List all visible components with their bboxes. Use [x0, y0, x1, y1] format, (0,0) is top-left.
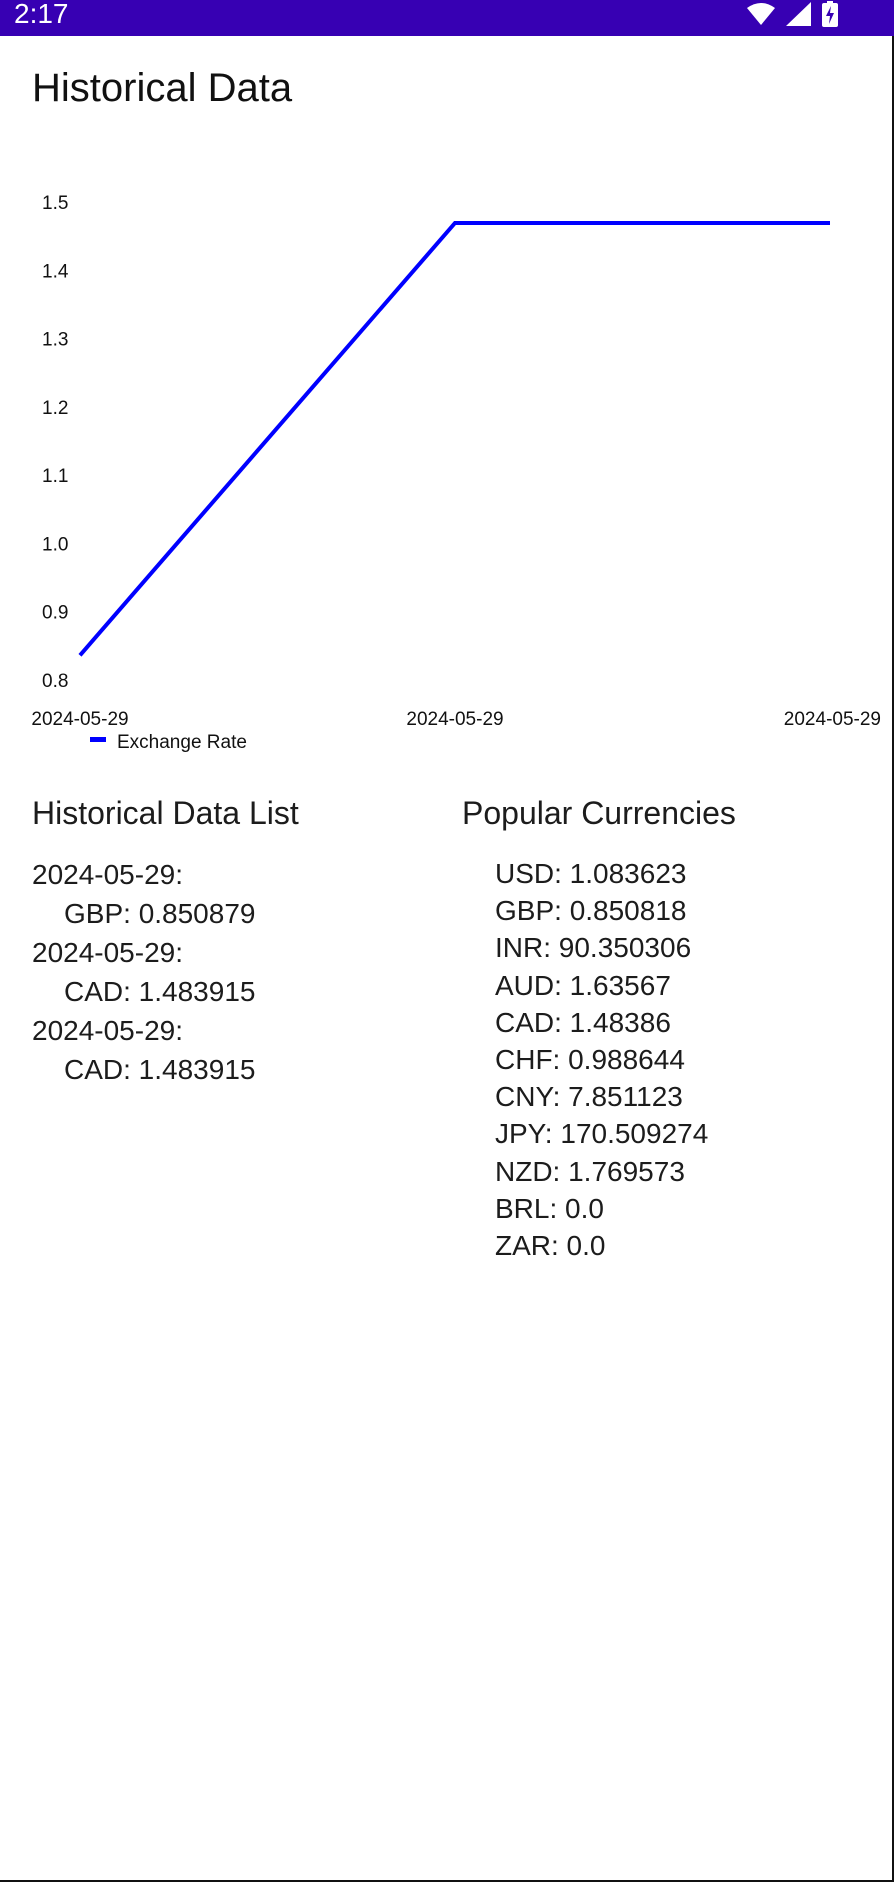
status-icons [746, 0, 838, 28]
historical-entry-rate: CAD: 1.483915 [64, 976, 256, 1007]
y-tick-label: 0.9 [42, 603, 68, 624]
wifi-icon [746, 2, 776, 26]
x-tick-label: 2024-05-29 [406, 709, 503, 730]
historical-data-list: 2024-05-29: GBP: 0.850879 2024-05-29: CAD: … [32, 855, 432, 1089]
currency-item: USD: 1.083623 [495, 858, 687, 889]
status-bar: 2:17 [0, 0, 894, 36]
y-tick-label: 1.5 [42, 193, 68, 214]
exchange-rate-chart: 1.5 1.4 1.3 1.2 1.1 1.0 0.9 0.8 2024-05-29 2024-0… [0, 180, 894, 760]
historical-entry-rate: GBP: 0.850879 [64, 898, 256, 929]
cell-signal-icon [786, 2, 812, 26]
y-tick-label: 1.4 [42, 261, 69, 282]
currency-item: INR: 90.350306 [495, 932, 692, 964]
battery-charging-icon [822, 1, 838, 27]
y-tick-label: 0.8 [42, 671, 68, 692]
currency-item: GBP: 0.850818 [495, 895, 687, 927]
x-tick-label: 2024-05-29 [31, 709, 128, 730]
historical-entry-rate: CAD: 1.483915 [64, 1054, 256, 1085]
series-line-exchange-rate [78, 220, 830, 657]
historical-entry-date: 2024-05-29: [32, 937, 184, 968]
legend-label: Exchange Rate [117, 732, 247, 753]
currency-item: CAD: 1.48386 [495, 1006, 671, 1038]
y-tick-label: 1.1 [42, 466, 68, 487]
currency-item: ZAR: 0.0 [495, 1229, 606, 1261]
status-time: 2:17 [14, 0, 69, 29]
historical-list-title: Historical Data List [32, 795, 299, 831]
historical-entry-date: 2024-05-29: [32, 1015, 184, 1046]
currency-item: CHF: 0.988644 [495, 1043, 685, 1075]
popular-currencies-title: Popular Currencies [462, 795, 736, 831]
currency-item: BRL: 0.0 [495, 1192, 604, 1224]
currency-item: AUD: 1.63567 [495, 969, 671, 1001]
x-tick-label: 2024-05-29 [784, 709, 881, 730]
currency-item: NZD: 1.769573 [495, 1155, 685, 1187]
y-tick-label: 1.2 [42, 398, 68, 419]
page-title: Historical Data [32, 66, 293, 110]
historical-entry-date: 2024-05-29: [32, 859, 184, 890]
popular-currencies-list: USD: 1.083623 GBP: 0.850818 INR: 90.350306… [495, 855, 875, 1264]
legend-swatch [90, 737, 106, 742]
currency-item: JPY: 170.509274 [495, 1118, 709, 1150]
chart-svg: 1.5 1.4 1.3 1.2 1.1 1.0 0.9 0.8 2024-05-29 2024-0… [31, 193, 881, 753]
currency-item: CNY: 7.851123 [495, 1081, 683, 1113]
y-tick-label: 1.3 [42, 330, 68, 351]
y-tick-label: 1.0 [42, 534, 68, 555]
